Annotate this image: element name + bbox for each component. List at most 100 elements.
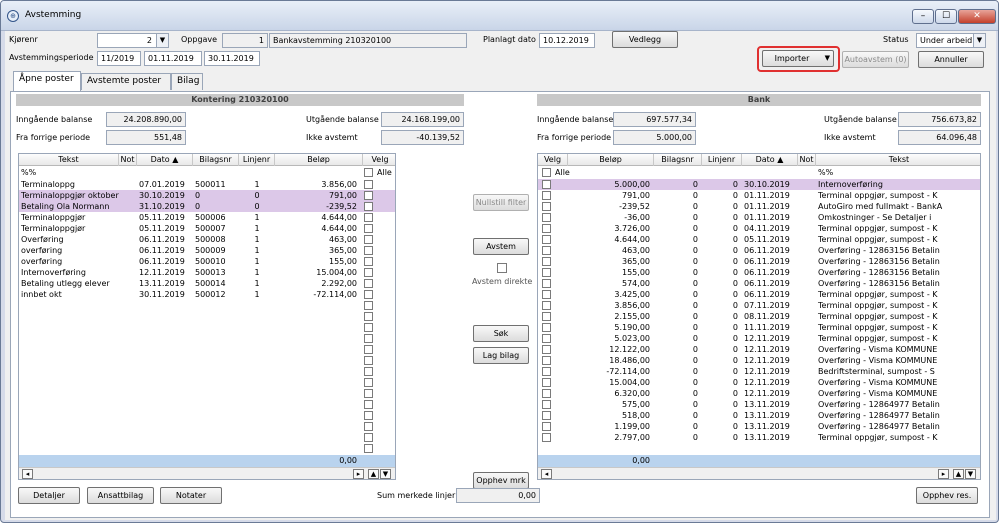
velg-checkbox[interactable] xyxy=(364,202,373,211)
col-bilagsnr[interactable]: Bilagsnr xyxy=(193,154,239,166)
velg-checkbox[interactable] xyxy=(364,378,373,387)
planlagt-dato-field[interactable]: 10.12.2019 xyxy=(539,33,595,48)
table-row[interactable]: 5.190,00 0 0 11.11.2019 Terminal oppgjør, su… xyxy=(538,322,980,333)
velg-checkbox[interactable] xyxy=(542,180,551,189)
velg-checkbox[interactable] xyxy=(542,202,551,211)
table-row[interactable]: 2.797,00 0 0 13.11.2019 Terminal oppgjør, su… xyxy=(538,432,980,443)
table-row[interactable]: Terminaloppgjør 05.11.2019 500006 1 4.644,00 xyxy=(19,212,395,223)
table-row[interactable]: 4.644,00 0 0 05.11.2019 Terminal oppgjør, su… xyxy=(538,234,980,245)
velg-checkbox[interactable] xyxy=(542,312,551,321)
detaljer-button[interactable]: Detaljer xyxy=(18,487,80,504)
table-row[interactable]: 574,00 0 0 06.11.2019 Overføring - 12863156 … xyxy=(538,278,980,289)
velg-checkbox[interactable] xyxy=(364,422,373,431)
velg-checkbox[interactable] xyxy=(364,444,373,453)
col-not[interactable]: Not xyxy=(119,154,137,166)
scroll-up-icon[interactable]: ▲ xyxy=(953,469,964,479)
table-row[interactable]: 365,00 0 0 06.11.2019 Overføring - 12863156 … xyxy=(538,256,980,267)
velg-checkbox[interactable] xyxy=(364,290,373,299)
velg-checkbox[interactable] xyxy=(364,323,373,332)
table-row[interactable]: overføring 06.11.2019 500010 1 155,00 xyxy=(19,256,395,267)
velg-alle-checkbox[interactable] xyxy=(542,168,551,177)
velg-checkbox[interactable] xyxy=(364,268,373,277)
col-tekst[interactable]: Tekst xyxy=(816,154,980,166)
velg-checkbox[interactable] xyxy=(364,367,373,376)
velg-checkbox[interactable] xyxy=(364,433,373,442)
velg-checkbox[interactable] xyxy=(364,312,373,321)
table-row[interactable]: Betaling utlegg elever 13.11.2019 500014 1 2… xyxy=(19,278,395,289)
tab-bilag[interactable]: Bilag xyxy=(171,73,203,90)
velg-checkbox[interactable] xyxy=(542,389,551,398)
opphev-res-button[interactable]: Opphev res. xyxy=(916,487,978,504)
scroll-right-icon[interactable]: ▸ xyxy=(938,469,949,479)
velg-checkbox[interactable] xyxy=(542,422,551,431)
col-bilagsnr[interactable]: Bilagsnr xyxy=(654,154,702,166)
table-row[interactable]: Terminaloppgjør 05.11.2019 500007 1 4.644,00 xyxy=(19,223,395,234)
velg-checkbox[interactable] xyxy=(364,191,373,200)
maximize-button[interactable]: ☐ xyxy=(935,9,957,24)
lag-bilag-button[interactable]: Lag bilag xyxy=(473,347,529,364)
table-row[interactable]: 15.004,00 0 0 12.11.2019 Overføring - Visma … xyxy=(538,377,980,388)
velg-checkbox[interactable] xyxy=(364,411,373,420)
scroll-down-icon[interactable]: ▼ xyxy=(380,469,391,479)
notater-button[interactable]: Notater xyxy=(160,487,222,504)
velg-checkbox[interactable] xyxy=(364,224,373,233)
close-button[interactable]: ✕ xyxy=(958,9,996,24)
velg-checkbox[interactable] xyxy=(364,213,373,222)
velg-checkbox[interactable] xyxy=(542,213,551,222)
velg-checkbox[interactable] xyxy=(364,356,373,365)
velg-checkbox[interactable] xyxy=(542,301,551,310)
status-select[interactable]: Under arbeid ▼ xyxy=(916,33,986,48)
table-row[interactable]: 3.856,00 0 0 07.11.2019 Terminal oppgjør, su… xyxy=(538,300,980,311)
col-linjenr[interactable]: Linjenr xyxy=(702,154,742,166)
left-filter-tekst[interactable]: %% xyxy=(19,167,119,178)
velg-checkbox[interactable] xyxy=(542,246,551,255)
velg-checkbox[interactable] xyxy=(542,433,551,442)
col-velg[interactable]: Velg xyxy=(363,154,395,166)
tab-apne-poster[interactable]: Åpne poster xyxy=(13,71,81,91)
table-row[interactable]: Internoverføring 12.11.2019 500013 1 15.004,… xyxy=(19,267,395,278)
col-dato[interactable]: Dato ▲ xyxy=(137,154,193,166)
right-filter-tekst[interactable]: %% xyxy=(816,167,916,178)
velg-checkbox[interactable] xyxy=(364,235,373,244)
table-row[interactable]: 18.486,00 0 0 12.11.2019 Overføring - Visma … xyxy=(538,355,980,366)
chevron-down-icon[interactable]: ▼ xyxy=(973,34,985,47)
scroll-up-icon[interactable]: ▲ xyxy=(368,469,379,479)
col-belop[interactable]: Beløp xyxy=(568,154,654,166)
velg-checkbox[interactable] xyxy=(364,389,373,398)
ansattbilag-button[interactable]: Ansattbilag xyxy=(87,487,154,504)
col-not[interactable]: Not xyxy=(798,154,816,166)
table-row[interactable]: 155,00 0 0 06.11.2019 Overføring - 12863156 … xyxy=(538,267,980,278)
table-row[interactable]: overføring 06.11.2019 500009 1 365,00 xyxy=(19,245,395,256)
table-row[interactable]: 518,00 0 0 13.11.2019 Overføring - 12864977 … xyxy=(538,410,980,421)
velg-checkbox[interactable] xyxy=(542,367,551,376)
table-row[interactable]: 463,00 0 0 06.11.2019 Overføring - 12863156 … xyxy=(538,245,980,256)
table-row[interactable]: 3.726,00 0 0 04.11.2019 Terminal oppgjør, su… xyxy=(538,223,980,234)
scroll-left-icon[interactable]: ◂ xyxy=(22,469,33,479)
col-belop[interactable]: Beløp xyxy=(275,154,363,166)
table-row[interactable]: 575,00 0 0 13.11.2019 Overføring - 12864977 … xyxy=(538,399,980,410)
col-velg[interactable]: Velg xyxy=(538,154,568,166)
vedlegg-button[interactable]: Vedlegg xyxy=(612,31,678,48)
table-row[interactable]: 3.425,00 0 0 06.11.2019 Terminal oppgjør, su… xyxy=(538,289,980,300)
importer-button[interactable]: Importer ▼ xyxy=(762,50,834,67)
table-row[interactable]: 1.199,00 0 0 13.11.2019 Overføring - 1286497… xyxy=(538,421,980,432)
table-row[interactable]: Terminaloppg 07.01.2019 500011 1 3.856,00 xyxy=(19,179,395,190)
nullstill-filter-button[interactable]: Nullstill filter xyxy=(473,194,529,211)
avstem-direkte-checkbox[interactable] xyxy=(497,263,507,273)
table-row[interactable]: -72.114,00 0 0 12.11.2019 Bedriftsterminal, … xyxy=(538,366,980,377)
table-row[interactable]: -239,52 0 0 01.11.2019 AutoGiro med fullmakt… xyxy=(538,201,980,212)
velg-checkbox[interactable] xyxy=(364,345,373,354)
table-row[interactable]: 2.155,00 0 0 08.11.2019 Terminal oppgjør, su… xyxy=(538,311,980,322)
velg-checkbox[interactable] xyxy=(542,191,551,200)
fra-dato-field[interactable]: 01.11.2019 xyxy=(144,51,202,66)
table-row[interactable]: -36,00 0 0 01.11.2019 Omkostninger - Se Deta… xyxy=(538,212,980,223)
velg-checkbox[interactable] xyxy=(364,246,373,255)
velg-checkbox[interactable] xyxy=(542,323,551,332)
table-row[interactable]: 6.320,00 0 0 12.11.2019 Overføring - Visma K… xyxy=(538,388,980,399)
velg-checkbox[interactable] xyxy=(542,400,551,409)
autoavstem-button[interactable]: Autoavstem (0) xyxy=(842,51,909,68)
velg-checkbox[interactable] xyxy=(364,279,373,288)
table-row[interactable]: Overføring 06.11.2019 500008 1 463,00 xyxy=(19,234,395,245)
table-row[interactable]: 12.122,00 0 0 12.11.2019 Overføring - Visma … xyxy=(538,344,980,355)
velg-checkbox[interactable] xyxy=(542,235,551,244)
